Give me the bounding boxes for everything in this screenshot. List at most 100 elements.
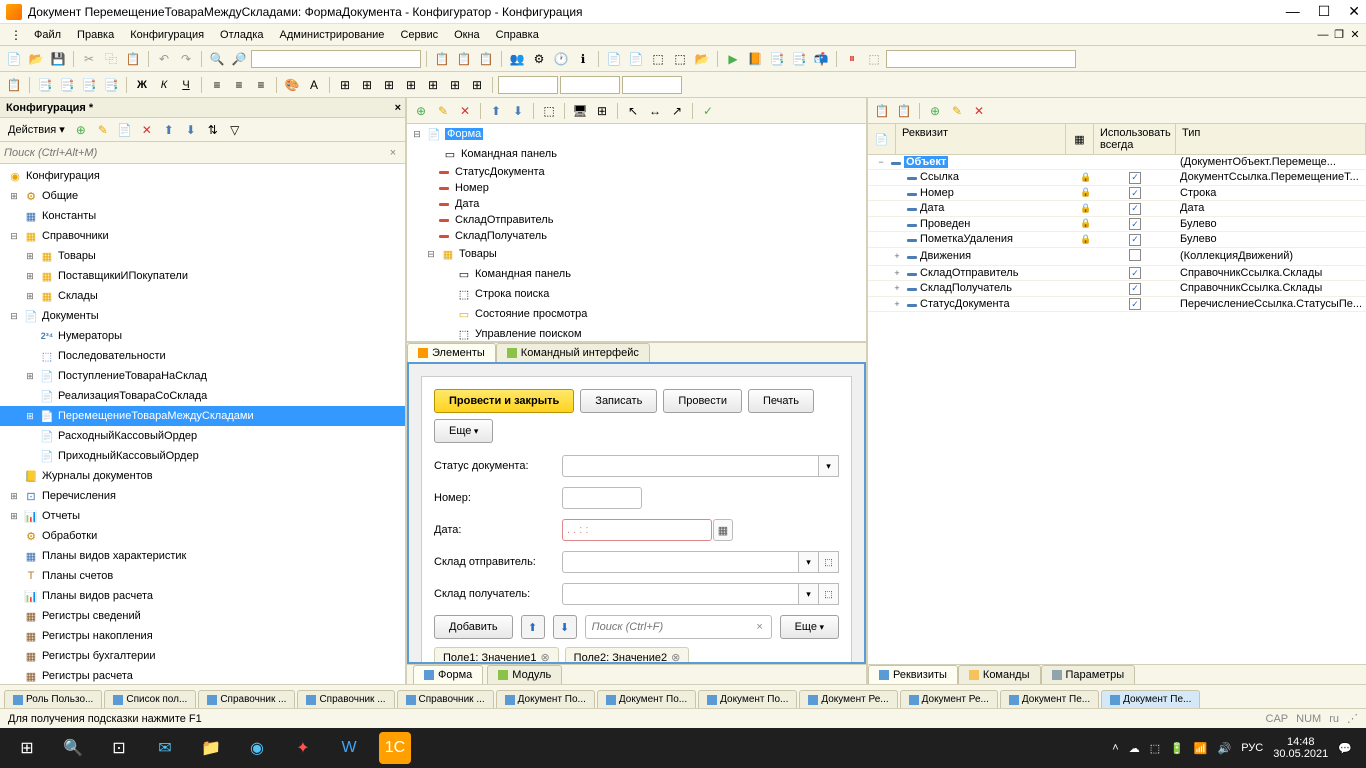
align-icon-5[interactable]: ⊞: [423, 75, 443, 95]
bold-icon[interactable]: Ж: [132, 75, 152, 95]
menu-admin[interactable]: Администрирование: [272, 26, 393, 44]
menu-debug[interactable]: Отладка: [212, 26, 271, 44]
to-drop-icon[interactable]: ▾: [799, 583, 819, 605]
attr-row[interactable]: Номер🔒Строка: [868, 186, 1366, 202]
color-icon[interactable]: 🎨: [282, 75, 302, 95]
find-icon[interactable]: 🔍: [207, 49, 227, 69]
tab-cmd-interface[interactable]: Командный интерфейс: [496, 343, 650, 362]
mail-app[interactable]: ✉: [142, 728, 188, 768]
copy-icon[interactable]: ⿻: [101, 49, 121, 69]
mdi-close-icon[interactable]: ✕: [1348, 28, 1362, 42]
attr-row[interactable]: Проведен🔒Булево: [868, 217, 1366, 233]
up-icon[interactable]: ⬆: [159, 120, 179, 140]
bg-color-icon[interactable]: A: [304, 75, 324, 95]
tb-icon-3[interactable]: 📋: [476, 49, 496, 69]
tb-icon-8[interactable]: 📄: [604, 49, 624, 69]
new-icon[interactable]: 📄: [4, 49, 24, 69]
search-button[interactable]: 🔍: [50, 728, 96, 768]
debug-input[interactable]: [886, 50, 1076, 68]
align-icon-4[interactable]: ⊞: [401, 75, 421, 95]
wand-icon[interactable]: 📄: [115, 120, 135, 140]
doc-tab[interactable]: Документ Пе...: [1101, 690, 1200, 708]
menu-help[interactable]: Справка: [488, 26, 547, 44]
actions-menu[interactable]: Действия ▾: [4, 123, 69, 136]
tb-icon-2[interactable]: 📋: [454, 49, 474, 69]
underline-icon[interactable]: Ч: [176, 75, 196, 95]
save-icon[interactable]: 💾: [48, 49, 68, 69]
app-4[interactable]: ✦: [280, 728, 326, 768]
date-input[interactable]: . . : :▦: [562, 519, 712, 541]
tb-icon-5[interactable]: ⚙: [529, 49, 549, 69]
start-button[interactable]: ⊞: [4, 728, 50, 768]
tab-attributes[interactable]: Реквизиты: [868, 665, 958, 684]
task-view-button[interactable]: ⊡: [96, 728, 142, 768]
tab-commands[interactable]: Команды: [958, 665, 1041, 684]
fmt-icon-5[interactable]: 📑: [101, 75, 121, 95]
doc-tab[interactable]: Список пол...: [104, 690, 196, 708]
attr-row[interactable]: −Объект(ДокументОбъект.Перемеще...: [868, 155, 1366, 170]
fmt-icon-4[interactable]: 📑: [79, 75, 99, 95]
open-icon[interactable]: 📂: [26, 49, 46, 69]
align-right-icon[interactable]: ≡: [251, 75, 271, 95]
edge-app[interactable]: ◉: [234, 728, 280, 768]
align-icon-6[interactable]: ⊞: [445, 75, 465, 95]
doc-tab[interactable]: Документ Ре...: [900, 690, 998, 708]
attr-row[interactable]: Ссылка🔒ДокументСсылка.ПеремещениеТ...: [868, 170, 1366, 186]
fmt-icon-3[interactable]: 📑: [57, 75, 77, 95]
write-button[interactable]: Записать: [580, 389, 657, 413]
down-icon[interactable]: ⬇: [181, 120, 201, 140]
doc-tab[interactable]: Справочник ...: [297, 690, 394, 708]
italic-icon[interactable]: К: [154, 75, 174, 95]
from-drop-icon[interactable]: ▾: [799, 551, 819, 573]
move-up-icon[interactable]: ⬆: [486, 101, 506, 121]
zoom-icon[interactable]: 🔎: [229, 49, 249, 69]
align-left-icon[interactable]: ≡: [207, 75, 227, 95]
attr-delete-icon[interactable]: ✕: [969, 101, 989, 121]
print-button[interactable]: Печать: [748, 389, 814, 413]
check-icon[interactable]: ✓: [698, 101, 718, 121]
doc-tab[interactable]: Роль Пользо...: [4, 690, 102, 708]
status-drop-icon[interactable]: ▾: [819, 455, 839, 477]
add-element-icon[interactable]: ⊕: [411, 101, 431, 121]
attr-row[interactable]: +СкладПолучательСправочникСсылка.Склады: [868, 281, 1366, 297]
edit-element-icon[interactable]: ✎: [433, 101, 453, 121]
close-button[interactable]: ✕: [1348, 3, 1360, 20]
word-app[interactable]: W: [326, 728, 372, 768]
fmt-icon-1[interactable]: 📋: [4, 75, 24, 95]
tb-icon-7[interactable]: ℹ: [573, 49, 593, 69]
field-chip-1[interactable]: Поле1: Значение1⊗: [434, 647, 559, 664]
doc-tab[interactable]: Документ По...: [496, 690, 595, 708]
fmt-icon-2[interactable]: 📑: [35, 75, 55, 95]
attr-row[interactable]: +Движения(КоллекцияДвижений): [868, 248, 1366, 266]
delete-icon[interactable]: ✕: [137, 120, 157, 140]
attr-add-icon[interactable]: ⊕: [925, 101, 945, 121]
cut-icon[interactable]: ✂: [79, 49, 99, 69]
add-row-button[interactable]: Добавить: [434, 615, 513, 639]
form-icon-1[interactable]: ⬚: [539, 101, 559, 121]
post-button[interactable]: Провести: [663, 389, 742, 413]
tb-icon-10[interactable]: ⬚: [648, 49, 668, 69]
paste-icon[interactable]: 📋: [123, 49, 143, 69]
attr-icon-1[interactable]: 📋: [872, 101, 892, 121]
tb-icon-16[interactable]: 📬: [811, 49, 831, 69]
align-icon-1[interactable]: ⊞: [335, 75, 355, 95]
tb-icon-14[interactable]: 📑: [767, 49, 787, 69]
tb-icon-17[interactable]: ⬚: [864, 49, 884, 69]
doc-tab[interactable]: Документ Пе...: [1000, 690, 1099, 708]
config-search-clear[interactable]: ×: [385, 147, 401, 159]
calendar-icon[interactable]: ▦: [713, 519, 733, 541]
attr-icon-2[interactable]: 📋: [894, 101, 914, 121]
to-warehouse-input[interactable]: [562, 583, 799, 605]
width-drop[interactable]: [498, 76, 558, 94]
status-input[interactable]: [562, 455, 819, 477]
delete-element-icon[interactable]: ✕: [455, 101, 475, 121]
attr-edit-icon[interactable]: ✎: [947, 101, 967, 121]
undo-icon[interactable]: ↶: [154, 49, 174, 69]
tab-elements[interactable]: Элементы: [407, 343, 496, 362]
form-icon-2[interactable]: 🖥: [570, 101, 590, 121]
mdi-restore-icon[interactable]: ❐: [1332, 28, 1346, 42]
doc-tab[interactable]: Справочник ...: [198, 690, 295, 708]
from-open-icon[interactable]: ⬚: [819, 551, 839, 573]
attributes-table[interactable]: 📄 Реквизит ▦ Использовать всегда Тип −Об…: [868, 124, 1366, 664]
attr-row[interactable]: +СтатусДокументаПеречислениеСсылка.Стату…: [868, 297, 1366, 313]
